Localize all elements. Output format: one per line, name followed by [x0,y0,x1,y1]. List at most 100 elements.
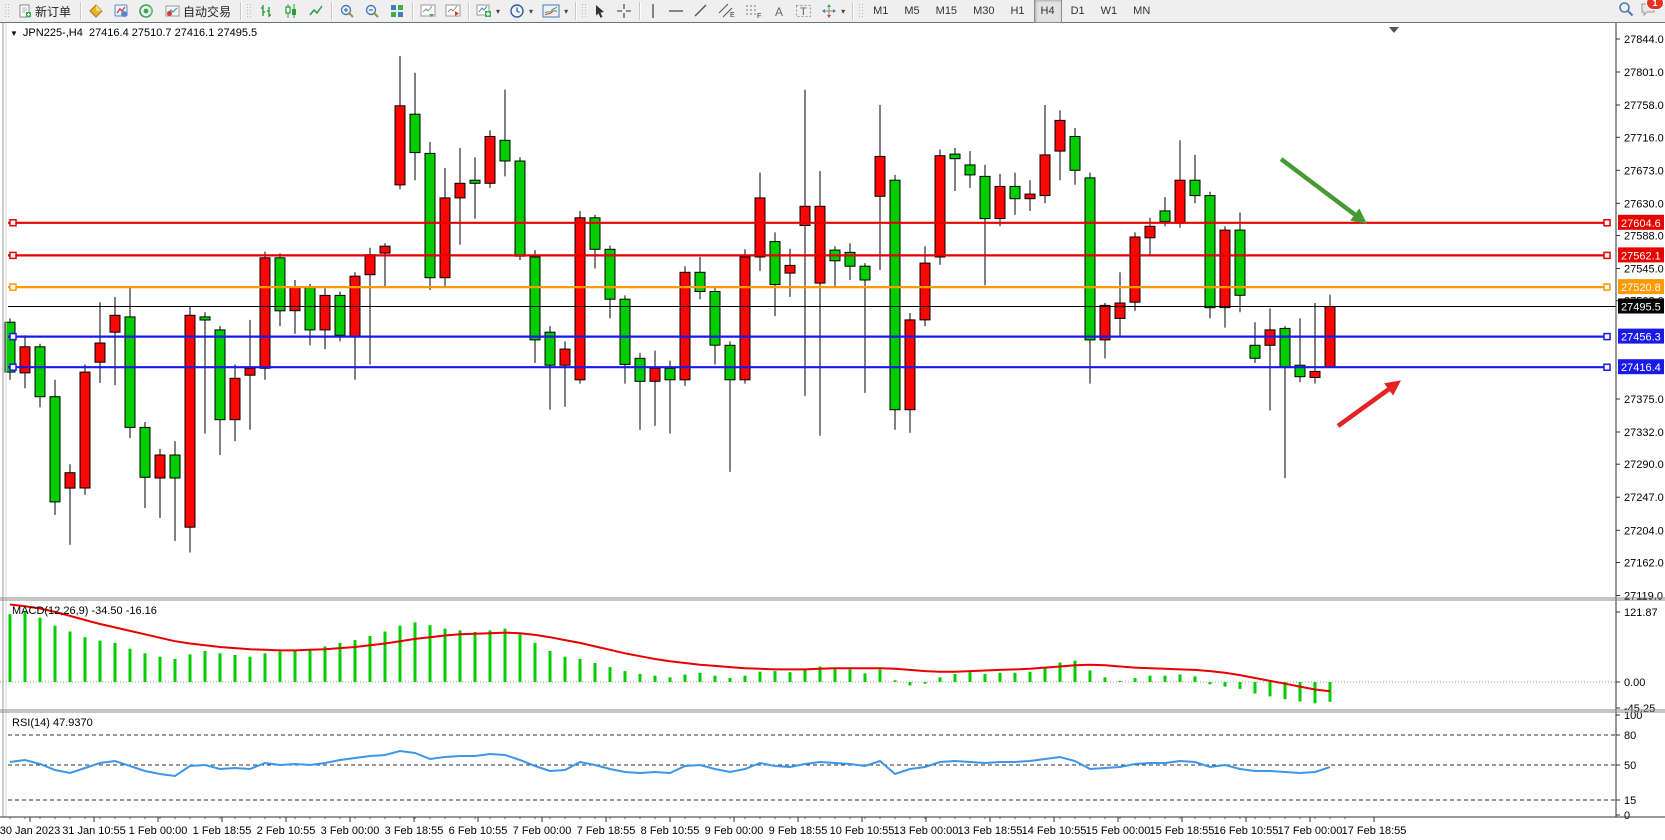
toolbar-grip[interactable] [581,3,586,19]
svg-text:27801.0: 27801.0 [1624,67,1664,79]
notification-badge: 1 [1646,0,1664,10]
auto-trading-icon [165,4,180,18]
crosshair-button[interactable] [612,0,636,23]
svg-text:27495.5: 27495.5 [1621,302,1661,314]
svg-text:0: 0 [1624,810,1630,822]
search-icon[interactable] [1618,1,1634,22]
svg-text:16 Feb 10:55: 16 Feb 10:55 [1214,825,1279,837]
chart-canvas[interactable]: 27844.027801.027758.027716.027673.027630… [0,23,1665,840]
candlestick-chart-button[interactable] [279,0,303,23]
svg-text:27630.0: 27630.0 [1624,198,1664,210]
chart-window[interactable]: 27844.027801.027758.027716.027673.027630… [0,23,1665,840]
timeframe-bar: M1M5M15M30H1H4D1W1MN [866,0,1157,23]
svg-text:27588.0: 27588.0 [1624,231,1664,243]
text-icon: A [772,4,786,19]
zoom-out-button[interactable] [360,0,384,23]
arrows-icon [821,3,837,19]
editor-icon [113,3,129,19]
svg-text:27290.0: 27290.0 [1624,459,1664,471]
text-button[interactable]: A [768,0,790,23]
chat-button[interactable]: 1 [1640,1,1657,22]
toolbar-grip[interactable] [246,3,251,19]
chart-title: JPN225-,H4 27416.4 27510.7 27416.1 27495… [23,27,257,39]
svg-text:15 Feb 18:55: 15 Feb 18:55 [1150,825,1215,837]
fibonacci-button[interactable]: F [741,0,767,23]
timeframe-MN[interactable]: MN [1126,0,1157,23]
svg-text:9 Feb 18:55: 9 Feb 18:55 [769,825,828,837]
svg-text:13 Feb 00:00: 13 Feb 00:00 [894,825,959,837]
svg-text:13 Feb 18:55: 13 Feb 18:55 [958,825,1023,837]
symbol-dropdown-icon[interactable]: ▼ [10,29,18,38]
text-label-button[interactable]: T [791,0,816,23]
auto-trading-button[interactable]: 自动交易 [159,0,237,23]
svg-text:27247.0: 27247.0 [1624,492,1664,504]
arrow-objects-button[interactable]: ▾ [817,0,849,23]
auto-scroll-button[interactable] [416,0,440,23]
tile-windows-button[interactable] [385,0,409,23]
toolbar-grip[interactable] [4,3,9,19]
new-order-icon [18,4,32,18]
signal-icon [138,3,154,19]
svg-text:15: 15 [1624,795,1636,807]
timeframe-H1[interactable]: H1 [1003,0,1031,23]
horizontal-line-button[interactable] [664,0,688,23]
svg-text:27520.8: 27520.8 [1621,282,1661,294]
timeframe-M1[interactable]: M1 [866,0,895,23]
timeframe-W1[interactable]: W1 [1094,0,1125,23]
candlestick-icon [283,3,299,19]
svg-text:27416.4: 27416.4 [1621,362,1661,374]
svg-text:7 Feb 18:55: 7 Feb 18:55 [577,825,636,837]
svg-text:15 Feb 00:00: 15 Feb 00:00 [1086,825,1151,837]
rsi-label: RSI(14) 47.9370 [12,717,93,729]
new-chart-icon [476,3,492,19]
svg-text:3 Feb 18:55: 3 Feb 18:55 [385,825,444,837]
macd-label: MACD(12,26,9) -34.50 -16.16 [12,605,157,617]
market-button[interactable] [84,0,108,23]
line-chart-icon [308,3,324,19]
auto-trading-label: 自动交易 [183,3,231,20]
periods-button[interactable]: ▾ [505,0,537,23]
svg-text:27456.3: 27456.3 [1621,332,1661,344]
timeframe-H4[interactable]: H4 [1034,0,1062,23]
clock-icon [509,3,525,19]
timeframe-D1[interactable]: D1 [1064,0,1092,23]
svg-text:27844.0: 27844.0 [1624,34,1664,46]
svg-text:14 Feb 10:55: 14 Feb 10:55 [1022,825,1087,837]
new-chart-button[interactable]: ▾ [472,0,504,23]
toolbar-grip[interactable] [858,3,863,19]
chart-shift-icon [445,3,461,19]
templates-button[interactable]: ▾ [538,0,572,23]
cursor-button[interactable] [589,0,611,23]
timeframe-M15[interactable]: M15 [929,0,964,23]
zoom-in-button[interactable] [335,0,359,23]
svg-text:A: A [775,5,783,19]
separator [80,2,81,20]
separator [852,2,853,20]
equidistant-channel-button[interactable]: E [714,0,740,23]
metaeditor-button[interactable] [109,0,133,23]
timeframe-M30[interactable]: M30 [966,0,1001,23]
new-order-button[interactable]: 新订单 [12,0,77,23]
separator [468,2,469,20]
vertical-line-button[interactable] [643,0,663,23]
chart-shift-button[interactable] [441,0,465,23]
svg-text:F: F [757,13,761,19]
signal-button[interactable] [134,0,158,23]
svg-text:80: 80 [1624,730,1636,742]
chevron-down-icon: ▾ [564,7,568,16]
svg-text:27758.0: 27758.0 [1624,100,1664,112]
trendline-button[interactable] [689,0,713,23]
separator [639,2,640,20]
separator [240,2,241,20]
svg-text:17 Feb 18:55: 17 Feb 18:55 [1342,825,1407,837]
timeframe-M5[interactable]: M5 [897,0,926,23]
separator [331,2,332,20]
line-chart-button[interactable] [304,0,328,23]
toolbar: 新订单 自动交易 ▾ ▾ ▾ E F A T ▾ M1M5M15M30H1H4D… [0,0,1665,23]
svg-text:7 Feb 00:00: 7 Feb 00:00 [513,825,572,837]
svg-text:6 Feb 10:55: 6 Feb 10:55 [449,825,508,837]
svg-text:T: T [800,6,807,18]
svg-text:9 Feb 00:00: 9 Feb 00:00 [705,825,764,837]
bar-chart-button[interactable] [254,0,278,23]
svg-text:27332.0: 27332.0 [1624,427,1664,439]
